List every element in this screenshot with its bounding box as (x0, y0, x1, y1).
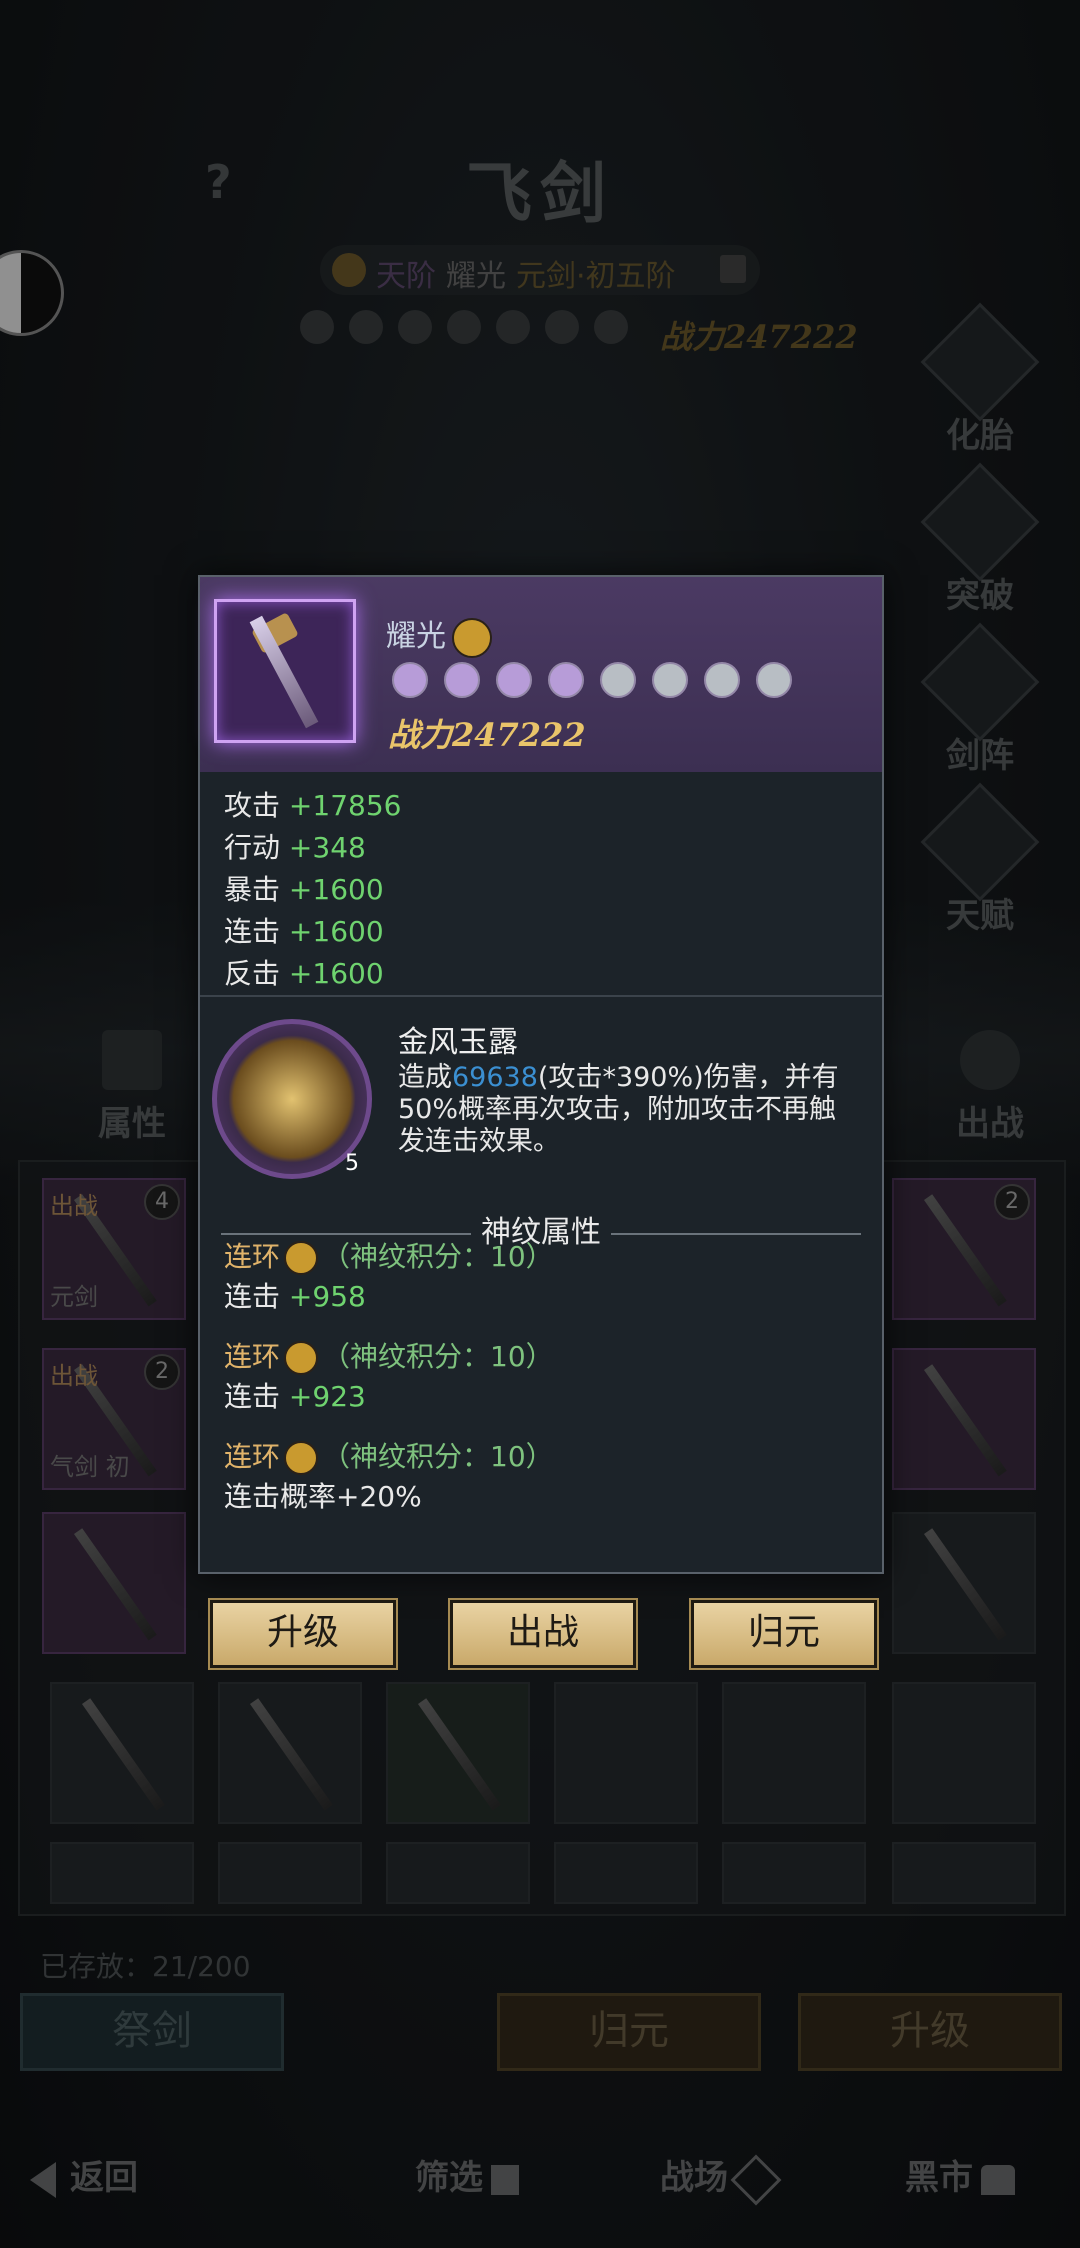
stat-value: +17856 (288, 789, 402, 822)
rune-score: （神纹积分：10） (322, 1240, 554, 1273)
skill-icon: 5 (212, 1019, 372, 1179)
rune-stat-key: 连击 (224, 1280, 281, 1313)
stat-row: 连击 +1600 (224, 911, 401, 953)
skill-name: 金风玉露 (398, 1025, 518, 1060)
skill-desc-prefix: 造成 (398, 1062, 452, 1093)
stat-value: +1600 (288, 915, 384, 948)
rune-entry: 连环 （神纹积分：10） 连击 +923 (224, 1337, 554, 1417)
rune-name: 连环 (224, 1340, 281, 1373)
sword-detail-popup: 耀光 战力247222 攻击 +17856 行动 +348 暴击 +1600 连… (198, 575, 884, 1574)
skill-damage-number: 69638 (452, 1062, 538, 1093)
stat-key: 连击 (224, 915, 281, 948)
rune-name: 连环 (224, 1440, 281, 1473)
rune-icon (284, 1441, 319, 1475)
sword-name-row: 耀光 (386, 611, 492, 658)
rune-stat: 连击概率+20% (224, 1477, 554, 1517)
star-rating (392, 662, 808, 702)
rune-stat: 连击 +958 (224, 1277, 554, 1317)
divider-line (611, 1232, 861, 1235)
star-icon (444, 662, 480, 698)
rune-stat-value: +923 (288, 1380, 366, 1413)
rune-score: （神纹积分：10） (322, 1340, 554, 1373)
stat-value: +348 (288, 831, 366, 864)
stat-list: 攻击 +17856 行动 +348 暴击 +1600 连击 +1600 反击 +… (224, 785, 401, 995)
star-icon (548, 662, 584, 698)
rune-stat-key: 连击 (224, 1380, 281, 1413)
divider (200, 995, 882, 997)
rune-icon (284, 1241, 319, 1275)
stat-row: 反击 +1600 (224, 953, 401, 995)
rune-stat: 连击 +923 (224, 1377, 554, 1417)
stat-row: 行动 +348 (224, 827, 401, 869)
rune-header: 连环 （神纹积分：10） (224, 1337, 554, 1377)
star-icon (600, 662, 636, 698)
stat-key: 暴击 (224, 873, 281, 906)
star-icon (496, 662, 532, 698)
rune-stat-value: +20% (336, 1480, 422, 1513)
rune-name: 连环 (224, 1240, 281, 1273)
rune-icon (284, 1341, 319, 1375)
rune-stat-key: 连击概率 (224, 1480, 337, 1513)
star-icon (704, 662, 740, 698)
sword-power: 战力247222 (388, 716, 586, 754)
skill-level: 5 (345, 1151, 359, 1176)
star-icon (652, 662, 688, 698)
popup-header: 耀光 战力247222 (200, 577, 882, 772)
stat-row: 暴击 +1600 (224, 869, 401, 911)
rune-score: （神纹积分：10） (322, 1440, 554, 1473)
stat-value: +1600 (288, 957, 384, 990)
sword-name: 耀光 (386, 619, 446, 654)
skill-description: 造成69638(攻击*390%)伤害，并有50%概率再次攻击，附加攻击不再触发连… (398, 1062, 858, 1158)
rune-header: 连环 （神纹积分：10） (224, 1437, 554, 1477)
rune-header: 连环 （神纹积分：10） (224, 1237, 554, 1277)
stat-value: +1600 (288, 873, 384, 906)
divider-line (221, 1232, 471, 1235)
sword-item-icon (214, 599, 356, 743)
stat-row: 攻击 +17856 (224, 785, 401, 827)
rune-entry: 连环 （神纹积分：10） 连击概率+20% (224, 1437, 554, 1517)
rune-stat-value: +958 (288, 1280, 366, 1313)
popup-deploy-button[interactable]: 出战 (450, 1600, 636, 1668)
star-icon (392, 662, 428, 698)
popup-upgrade-button[interactable]: 升级 (210, 1600, 396, 1668)
rune-entry: 连环 （神纹积分：10） 连击 +958 (224, 1237, 554, 1317)
popup-return-button[interactable]: 归元 (691, 1600, 877, 1668)
sword-element-icon (452, 617, 492, 658)
star-icon (756, 662, 792, 698)
stat-key: 反击 (224, 957, 281, 990)
stat-key: 攻击 (224, 789, 281, 822)
stat-key: 行动 (224, 831, 281, 864)
